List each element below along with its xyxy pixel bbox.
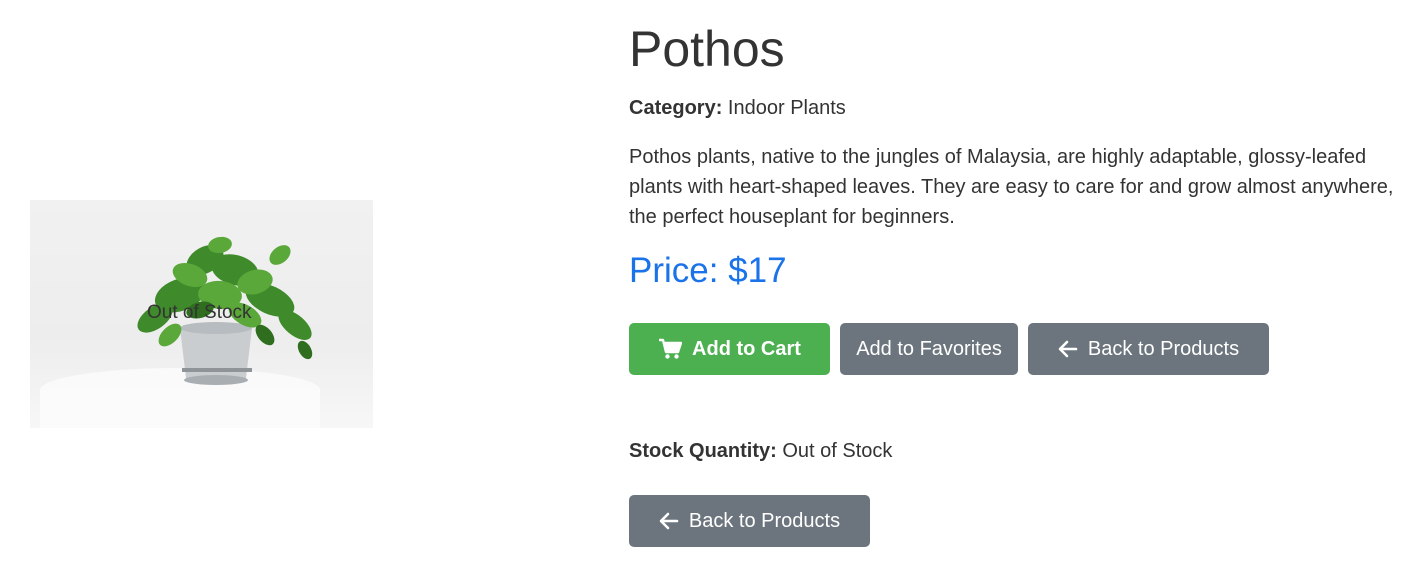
product-detail-page: Out of Stock Pothos Category: Indoor Pla… (0, 0, 1421, 580)
stock-label: Stock Quantity: (629, 440, 777, 462)
add-to-cart-label: Add to Cart (692, 337, 801, 360)
add-to-favorites-label: Add to Favorites (856, 337, 1002, 360)
back-to-products-bottom-label: Back to Products (688, 509, 841, 532)
add-to-favorites-button[interactable]: Add to Favorites (840, 323, 1018, 375)
back-to-products-button[interactable]: Back to Products (1028, 323, 1269, 375)
stock-value: Out of Stock (782, 440, 893, 462)
image-out-of-stock-overlay: Out of Stock (147, 302, 252, 323)
arrow-left-icon (1058, 340, 1078, 358)
arrow-left-icon (659, 512, 679, 530)
add-to-cart-button[interactable]: Add to Cart (629, 323, 830, 375)
category-value: Indoor Plants (727, 97, 846, 119)
product-title: Pothos (629, 21, 785, 77)
product-price: Price: $17 (629, 251, 787, 290)
cart-icon (658, 338, 683, 360)
product-description: Pothos plants, native to the jungles of … (629, 146, 1394, 228)
stock-quantity: Stock Quantity: Out of Stock (629, 438, 892, 464)
category-label: Category: (629, 97, 723, 119)
back-to-products-label: Back to Products (1087, 337, 1240, 360)
back-to-products-bottom-button[interactable]: Back to Products (629, 495, 870, 547)
product-image: Out of Stock (30, 200, 373, 428)
product-category: Category: Indoor Plants (629, 95, 846, 121)
